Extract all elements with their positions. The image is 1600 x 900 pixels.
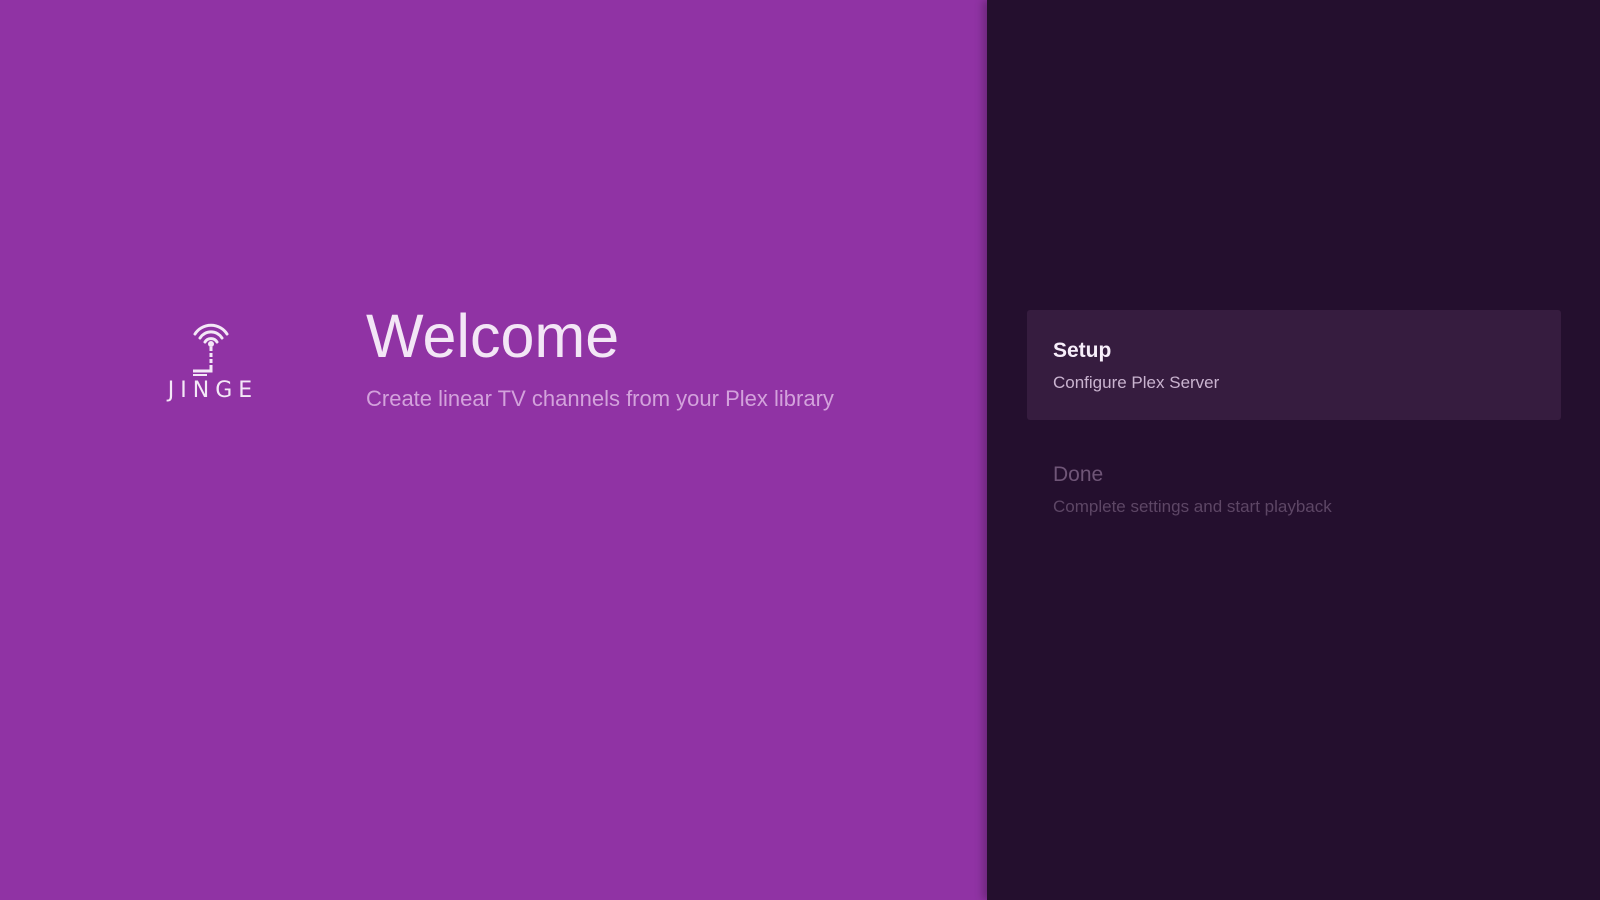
page-title: Welcome (366, 302, 620, 370)
setup-action[interactable]: Setup Configure Plex Server (1027, 310, 1561, 420)
actions-panel: Setup Configure Plex Server Done Complet… (987, 0, 1600, 900)
antenna-broadcast-icon (193, 323, 229, 376)
done-action[interactable]: Done Complete settings and start playbac… (1027, 434, 1561, 544)
action-description: Complete settings and start playback (1053, 497, 1332, 516)
guidance-panel: JINGE Welcome Create linear TV channels … (0, 0, 987, 900)
action-list: Setup Configure Plex Server Done Complet… (1027, 310, 1561, 544)
action-description: Configure Plex Server (1053, 373, 1220, 392)
logo-wordmark: JINGE (167, 378, 259, 403)
app-logo: JINGE (160, 316, 262, 406)
page-subtitle: Create linear TV channels from your Plex… (366, 386, 834, 411)
action-title: Done (1053, 463, 1104, 486)
onboarding-screen: JINGE Welcome Create linear TV channels … (0, 0, 1600, 900)
action-title: Setup (1053, 339, 1112, 362)
